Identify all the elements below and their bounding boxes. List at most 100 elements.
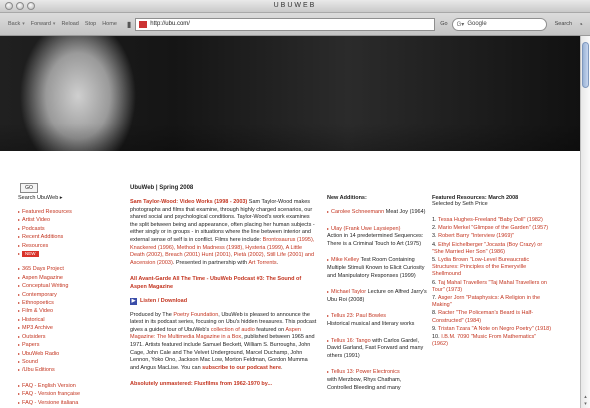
featured-resources-column: Featured Resources: March 2008 Selected … [432,195,552,349]
nav-group-archive: 365 Days Project Aspen Magazine Conceptu… [18,265,113,374]
nav-aspen-magazine[interactable]: Aspen Magazine [18,274,113,282]
scrollbar-thumb[interactable] [582,42,589,88]
collection-of-audio-link[interactable]: collection of audio [211,327,255,333]
item-number: 3. [432,233,437,240]
nav-artist-video[interactable]: Artist Video [18,216,113,224]
go-button[interactable]: Go [440,21,447,27]
item-number: 7. [432,295,437,302]
addition-link[interactable]: Michael Taylor [327,289,366,295]
bookmark-icon[interactable]: ▮ [127,20,131,29]
addition-item: Ulay (Frank Uwe Laysiepen)Action in 14 p… [327,225,427,249]
back-button[interactable]: Back [8,21,20,27]
featured-link[interactable]: Taj Mahal Travellers "Taj Mahal Travelle… [432,280,547,293]
featured-link[interactable]: Tristan Tzara "A Note on Negro Poetry" (… [438,326,551,332]
fluxfilms-link[interactable]: Absolutely unmastered: Fluxfilms from 19… [130,381,318,389]
nav-recent-additions[interactable]: Recent Additions [18,233,113,241]
featured-link[interactable]: I.B.M. 7090 "Music From Mathematics" (19… [432,334,536,347]
item-number: 4. [432,241,437,248]
featured-link[interactable]: Tessa Hughes-Freeland "Baby Doll" (1982) [438,217,543,223]
featured-item[interactable]: 2. Mario Merkel "Glimpse of the Garden" … [432,225,552,232]
search-go-button[interactable]: GO [20,183,38,193]
addition-link[interactable]: Carolee Schneemann [327,209,384,215]
search-field[interactable]: G▾ Google [451,17,547,31]
featured-item[interactable]: 8. Racter "The Policeman's Beard is Half… [432,310,552,324]
item-number: 2. [432,225,437,232]
nav-resources[interactable]: Resources [18,242,113,250]
addition-link[interactable]: Ulay (Frank Uwe Laysiepen) [327,225,427,234]
nav-new-badge-item[interactable]: NEW [18,250,113,258]
addition-link[interactable]: Tellus 13: Power Electronics [327,368,427,377]
featured-item[interactable]: 6. Taj Mahal Travellers "Taj Mahal Trave… [432,280,552,294]
listen-download-link[interactable]: Listen / Download [140,298,187,304]
nav-faq-italian[interactable]: FAQ - Versione italiana [18,399,113,407]
scroll-up-icon[interactable]: ▴ [582,394,589,400]
featured-link[interactable]: Mario Merkel "Glimpse of the Garden" (19… [438,225,548,231]
search-button[interactable]: Search [555,21,572,27]
podcast-text-a: Produced by The [130,311,174,318]
item-number: 1. [432,217,437,223]
vertical-scrollbar[interactable]: ▴ ▾ [580,36,590,408]
nav-film-video[interactable]: Film & Video [18,307,113,315]
nav-mp3-archive[interactable]: MP3 Archive [18,324,113,332]
scroll-down-icon[interactable]: ▾ [582,401,589,407]
reload-button[interactable]: Reload [61,21,78,27]
nav-ubuweb-radio[interactable]: UbuWeb Radio [18,350,113,358]
addition-item: Tellus 16: Tango with Carlos Gardel, Dav… [327,337,427,361]
forward-menu-arrow-icon[interactable]: ▾ [53,21,56,27]
featured-item[interactable]: 3. Robert Barry "Interview (1969)" [432,233,552,240]
featured-item[interactable]: 4. Ethyl Eichelberger "Jocasta (Boy Craz… [432,242,552,256]
search-ubuweb-link[interactable]: Search UbuWeb ▸ [18,195,113,201]
back-menu-arrow-icon[interactable]: ▾ [22,21,25,27]
forward-button[interactable]: Forward [31,21,51,27]
addition-item: Carolee Schneemann Meat Joy (1964) [327,208,427,217]
nav-outsiders[interactable]: Outsiders [18,333,113,341]
addition-item: Tellus 23: Paul BowlesHistorical musical… [327,312,427,328]
featured-link[interactable]: Asger Jorn "Pataphysics: A Religion in t… [432,295,540,308]
nav-conceptual-writing[interactable]: Conceptual Writing [18,282,113,290]
nav-group-primary: Featured Resources Artist Video Podcasts… [18,208,113,258]
podcast-paragraph: Produced by The Poetry Foundation, UbuWe… [130,312,318,373]
nav-ethnopoetics[interactable]: Ethnopoetics [18,299,113,307]
poetry-foundation-link[interactable]: Poetry Foundation [173,312,218,318]
featured-item[interactable]: 5. Lydia Brown "Low-Level Bureaucratic S… [432,257,552,279]
art-torrents-link[interactable]: Art Torrents [248,260,276,266]
nav-historical[interactable]: Historical [18,316,113,324]
nav-ubu-editions[interactable]: /Ubu Editions [18,366,113,374]
browser-toolbar: Back ▾ Forward ▾ Reload Stop Home ▮ http… [0,13,590,36]
featured-item[interactable]: 1. Tessa Hughes-Freeland "Baby Doll" (19… [432,217,552,224]
left-sidebar: GO Search UbuWeb ▸ Featured Resources Ar… [18,183,113,408]
new-badge[interactable]: NEW [22,251,39,258]
taylor-wood-paragraph: Sam Taylor-Wood: Video Works (1998 - 200… [130,199,315,266]
nav-faq-french[interactable]: FAQ - Version française [18,390,113,398]
search-placeholder[interactable]: Google [467,21,486,27]
header-photo-banner [0,36,580,151]
nav-sound[interactable]: Sound [18,358,113,366]
addition-link[interactable]: Tellus 23: Paul Bowles [327,312,427,321]
addition-desc: Action in 14 predetermined Sequences: Th… [327,233,424,247]
listen-download-row[interactable]: ▶ Listen / Download [130,297,318,305]
stop-button[interactable]: Stop [85,21,96,27]
featured-list: 1. Tessa Hughes-Freeland "Baby Doll" (19… [432,217,552,348]
search-engine-icon[interactable]: G▾ [457,21,465,28]
featured-link[interactable]: Robert Barry "Interview (1969)" [438,233,514,239]
featured-item[interactable]: 10. I.B.M. 7090 "Music From Mathematics"… [432,334,552,348]
featured-item[interactable]: 9. Tristan Tzara "A Note on Negro Poetry… [432,326,552,333]
address-bar[interactable]: http://ubu.com/ [135,17,436,31]
nav-featured-resources[interactable]: Featured Resources [18,208,113,216]
featured-link[interactable]: Lydia Brown "Low-Level Bureaucratic Stru… [432,257,529,277]
featured-item[interactable]: 7. Asger Jorn "Pataphysics: A Religion i… [432,295,552,309]
nav-365-days-project[interactable]: 365 Days Project [18,265,113,273]
home-button[interactable]: Home [102,21,117,27]
address-url[interactable]: http://ubu.com/ [150,21,190,27]
addition-link[interactable]: Mike Kelley [327,257,359,263]
featured-link[interactable]: Racter "The Policeman's Beard is Half-Co… [432,310,533,323]
taylor-wood-link[interactable]: Sam Taylor-Wood: Video Works (1998 - 200… [130,199,247,205]
nav-papers[interactable]: Papers [18,341,113,349]
nav-contemporary[interactable]: Contemporary [18,291,113,299]
podcast-title-link[interactable]: All Avant-Garde All The Time - UbuWeb Po… [130,276,318,291]
featured-link[interactable]: Ethyl Eichelberger "Jocasta (Boy Crazy) … [432,242,542,255]
nav-faq-english[interactable]: FAQ - English Version [18,382,113,390]
nav-podcasts[interactable]: Podcasts [18,225,113,233]
addition-link[interactable]: Tellus 16: Tango [327,338,371,344]
subscribe-podcast-link[interactable]: subscribe to our podcast here [202,365,281,371]
